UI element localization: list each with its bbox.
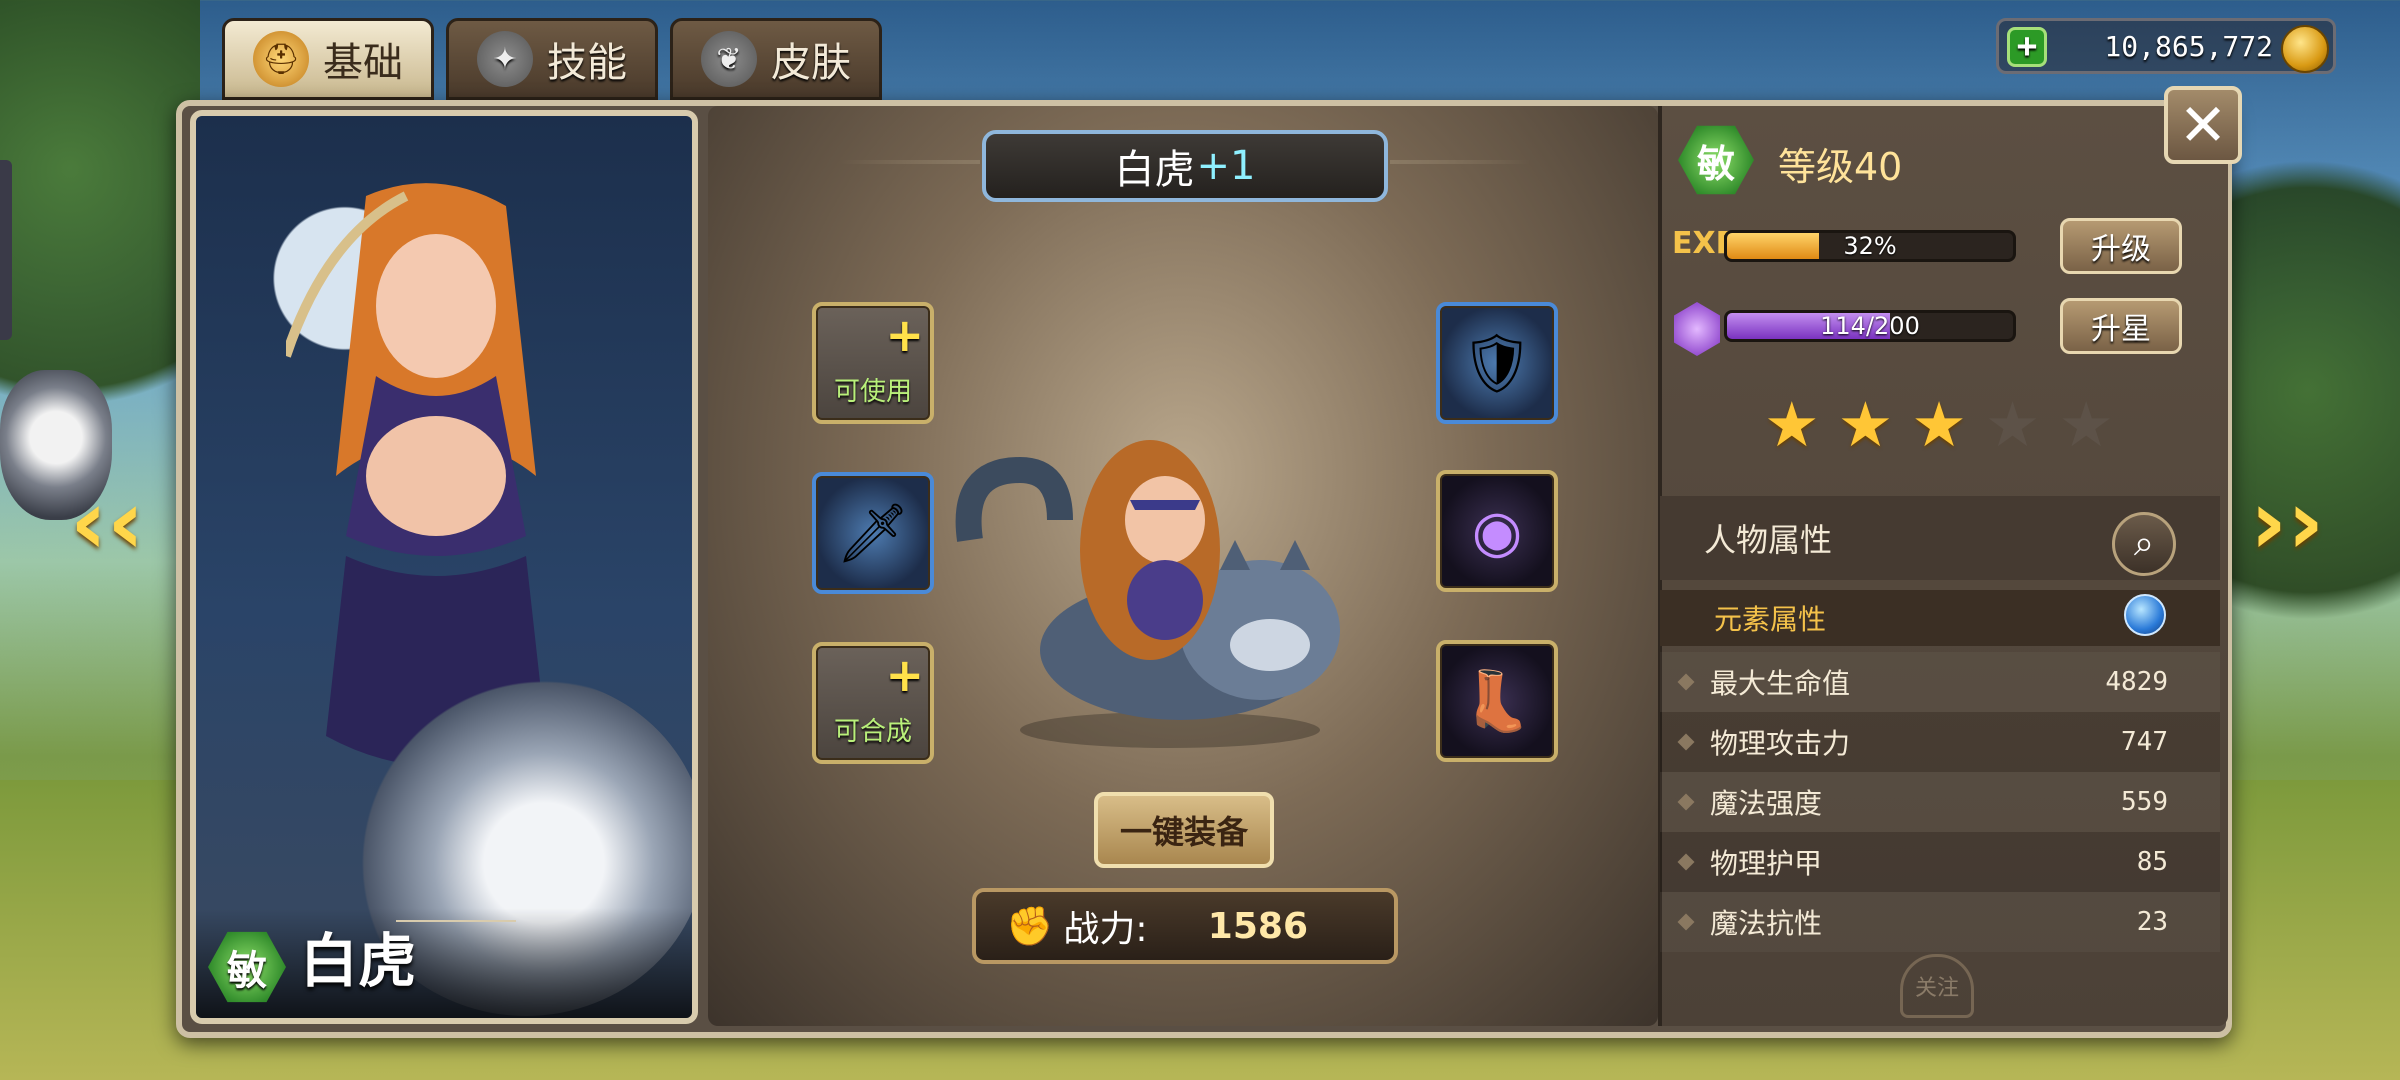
tab-skins[interactable]: ❦ 皮肤 <box>670 18 882 100</box>
hero-upgrade-level: +1 <box>1196 143 1256 189</box>
bullet-diamond-icon <box>1677 793 1695 811</box>
bullet-diamond-icon <box>1677 853 1695 871</box>
attribute-name: 物理护甲 <box>1710 847 1823 880</box>
add-gold-button[interactable]: + <box>2007 27 2047 67</box>
hero-title-plate: 白虎 +1 <box>982 130 1388 202</box>
hero-chibi-model <box>955 440 1340 748</box>
star-filled-icon: ★ <box>1911 388 1967 461</box>
hero-title-name: 白虎 <box>1114 147 1195 193</box>
attribute-row: 魔法强度 559 <box>1660 772 2220 832</box>
previous-hero-arrow-icon[interactable]: ‹‹ <box>70 470 144 575</box>
attribute-name: 物理攻击力 <box>1710 727 1851 760</box>
slot-usable-label: 可使用 <box>833 377 912 407</box>
attribute-row: 最大生命值 4829 <box>1660 652 2220 712</box>
equip-slot-6[interactable]: 👢 <box>1436 640 1558 762</box>
attributes-title: 人物属性 <box>1704 521 1833 559</box>
water-element-icon[interactable] <box>2124 594 2166 636</box>
fist-icon: ✊ <box>1006 903 1054 948</box>
gold-coin-stack-icon <box>2281 25 2329 73</box>
hero-portrait-card: 敏 白虎 <box>190 110 698 1024</box>
star-up-button[interactable]: 升星 <box>2060 298 2182 354</box>
attribute-row: 物理护甲 85 <box>1660 832 2220 892</box>
attribute-value: 4829 <box>2105 667 2168 697</box>
star-empty-icon: ★ <box>1984 388 2041 461</box>
tab-skins-label: 皮肤 <box>771 40 851 86</box>
attribute-value: 85 <box>2136 847 2168 877</box>
hero-portrait-name: 白虎 <box>300 927 417 995</box>
equip-slot-3[interactable]: 🗡 <box>812 472 934 594</box>
element-attribute-label: 元素属性 <box>1714 603 1827 636</box>
attribute-value: 747 <box>2121 727 2168 757</box>
follow-heart-button[interactable]: 关注 <box>1900 954 1974 1018</box>
tab-skills-label: 技能 <box>547 40 627 86</box>
attribute-row: 物理攻击力 747 <box>1660 712 2220 772</box>
equip-slot-1[interactable]: + 可使用 <box>812 302 934 424</box>
star-empty-icon: ★ <box>2058 388 2114 461</box>
close-button[interactable]: ✕ <box>2164 86 2242 164</box>
mask-icon: ❦ <box>701 31 757 87</box>
combat-power-bar: ✊ 战力: 1586 <box>972 888 1398 964</box>
chest-armor-icon: 🛡 <box>1460 328 1534 397</box>
side-drawer-handle[interactable] <box>0 160 12 340</box>
star-rating: ★ ★ ★ ★ ★ <box>1764 394 2114 456</box>
plus-icon: + <box>885 648 924 702</box>
gold-amount: 10,865,772 <box>2104 29 2273 63</box>
gold-currency-bar: + 10,865,772 <box>1996 18 2336 74</box>
bullet-diamond-icon <box>1677 913 1695 931</box>
bullet-diamond-icon <box>1677 673 1695 691</box>
attribute-name: 魔法抗性 <box>1710 907 1823 940</box>
equip-all-button[interactable]: 一键装备 <box>1094 792 1274 868</box>
level-up-button[interactable]: 升级 <box>2060 218 2182 274</box>
attribute-list: 最大生命值 4829 物理攻击力 747 魔法强度 559 物理护甲 85 魔法… <box>1660 652 2220 952</box>
exp-progress-text: 32% <box>1843 232 1897 260</box>
attribute-row: 魔法抗性 23 <box>1660 892 2220 952</box>
tab-skills[interactable]: ✦ 技能 <box>446 18 658 100</box>
star-filled-icon: ★ <box>1837 388 1894 461</box>
plus-icon: + <box>885 308 924 362</box>
bullet-diamond-icon <box>1677 733 1695 751</box>
equip-slot-2[interactable]: 🛡 <box>1436 302 1558 424</box>
hero-tabs: ⛑ 基础 ✦ 技能 ❦ 皮肤 <box>222 18 882 100</box>
shard-progress-text: 114/200 <box>1820 312 1920 340</box>
combat-power-value: 1586 <box>1207 905 1308 947</box>
title-wing-left <box>840 160 980 164</box>
hero-level: 等级40 <box>1778 145 1903 189</box>
star-filled-icon: ★ <box>1764 388 1820 461</box>
exp-progress-bar: 32% <box>1724 230 2016 262</box>
dark-orb-icon: ◉ <box>1471 497 1523 565</box>
equip-slot-5[interactable]: + 可合成 <box>812 642 934 764</box>
combat-power-label: 战力: <box>1063 909 1148 950</box>
next-hero-arrow-icon[interactable]: ›› <box>2250 470 2324 575</box>
background-tree-right <box>2220 80 2400 700</box>
attribute-name: 最大生命值 <box>1710 667 1851 700</box>
boots-icon: 👢 <box>1460 666 1534 735</box>
attribute-value: 559 <box>2121 787 2168 817</box>
slot-synthesizable-label: 可合成 <box>833 717 912 747</box>
tab-basic-label: 基础 <box>323 40 403 86</box>
title-wing-right <box>1390 160 1530 164</box>
tab-basic[interactable]: ⛑ 基础 <box>222 18 434 100</box>
skill-emblem-icon: ✦ <box>477 31 533 87</box>
equip-slot-4[interactable]: ◉ <box>1436 470 1558 592</box>
helmet-icon: ⛑ <box>253 31 309 87</box>
shard-progress-bar: 114/200 <box>1724 310 2016 342</box>
attribute-name: 魔法强度 <box>1710 787 1823 820</box>
dagger-icon: 🗡 <box>836 498 910 567</box>
attribute-value: 23 <box>2136 907 2168 937</box>
attribute-detail-search-button[interactable]: ⌕ <box>2112 512 2176 576</box>
